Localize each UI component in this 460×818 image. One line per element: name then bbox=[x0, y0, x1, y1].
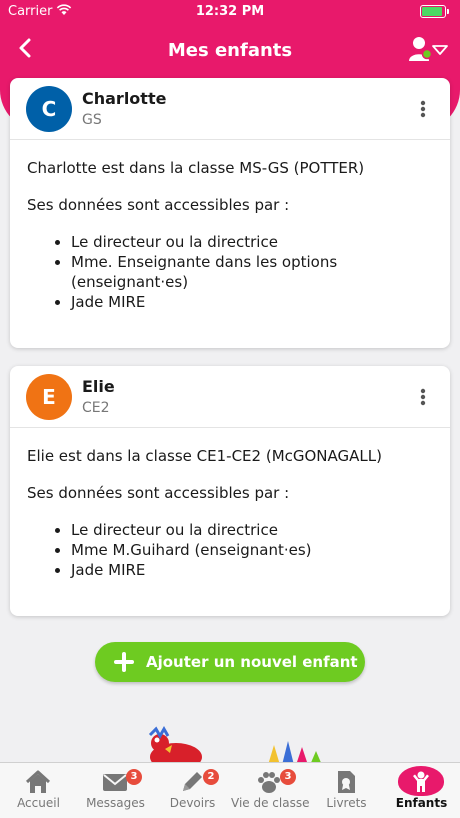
child-card-charlotte: C Charlotte GS Charlotte est dans la cla… bbox=[10, 78, 450, 348]
tab-label: Enfants bbox=[395, 796, 448, 810]
child-card-header: E Elie CE2 bbox=[10, 366, 450, 428]
booklet-icon bbox=[338, 771, 355, 793]
avatar: E bbox=[26, 374, 72, 420]
add-child-button[interactable]: Ajouter un nouvel enfant bbox=[95, 642, 365, 682]
more-options-icon[interactable] bbox=[420, 100, 426, 118]
child-icon bbox=[413, 771, 429, 792]
pencil-icon bbox=[183, 772, 202, 791]
access-list-item: Mme. Enseignante dans les options (ensei… bbox=[71, 252, 433, 292]
more-options-icon[interactable] bbox=[420, 388, 426, 406]
access-list-item: Le directeur ou la directrice bbox=[71, 520, 433, 540]
tab-accueil[interactable]: Accueil bbox=[0, 763, 77, 818]
access-list-item: Le directeur ou la directrice bbox=[71, 232, 433, 252]
home-icon bbox=[25, 770, 51, 793]
child-name: Elie bbox=[82, 377, 115, 396]
access-list: Le directeur ou la directrice Mme. Ensei… bbox=[71, 232, 433, 312]
access-list: Le directeur ou la directrice Mme M.Guih… bbox=[71, 520, 433, 580]
tab-label: Messages bbox=[86, 796, 145, 810]
child-card-body: Charlotte est dans la classe MS-GS (POTT… bbox=[10, 140, 450, 312]
access-title: Ses données sont accessibles par : bbox=[27, 484, 290, 502]
unread-badge: 2 bbox=[203, 769, 219, 785]
battery-icon bbox=[420, 5, 449, 18]
decorative-illustration bbox=[148, 725, 322, 765]
avatar: C bbox=[26, 86, 72, 132]
child-level: GS bbox=[82, 112, 102, 128]
envelope-icon bbox=[103, 774, 127, 791]
access-list-item: Mme M.Guihard (enseignant·es) bbox=[71, 540, 433, 560]
child-level: CE2 bbox=[82, 400, 110, 416]
class-info: Elie est dans la classe CE1-CE2 (McGONAG… bbox=[27, 447, 382, 465]
access-list-item: Jade MIRE bbox=[71, 292, 433, 312]
unread-badge: 3 bbox=[280, 769, 296, 785]
clock: 12:32 PM bbox=[195, 4, 265, 19]
status-bar: Carrier 12:32 PM bbox=[0, 0, 460, 24]
tab-vie-de-classe[interactable]: 3 Vie de classe bbox=[231, 763, 310, 818]
child-name: Charlotte bbox=[82, 89, 167, 108]
tab-label: Devoirs bbox=[169, 796, 216, 810]
child-card-elie: E Elie CE2 Elie est dans la classe CE1-C… bbox=[10, 366, 450, 616]
tab-devoirs[interactable]: 2 Devoirs bbox=[154, 763, 231, 818]
tab-enfants[interactable]: Enfants bbox=[383, 763, 460, 818]
page-title: Mes enfants bbox=[167, 40, 293, 61]
add-child-label: Ajouter un nouvel enfant bbox=[146, 653, 358, 671]
tab-label: Vie de classe bbox=[231, 796, 310, 810]
class-info: Charlotte est dans la classe MS-GS (POTT… bbox=[27, 159, 365, 177]
tab-livrets[interactable]: Livrets bbox=[308, 763, 385, 818]
child-card-header: C Charlotte GS bbox=[10, 78, 450, 140]
tab-label: Accueil bbox=[17, 796, 60, 810]
paw-icon bbox=[258, 772, 280, 793]
tab-bar: Accueil 3 Messages 2 Devoirs 3 Vie de cl… bbox=[0, 762, 460, 818]
child-card-body: Elie est dans la classe CE1-CE2 (McGONAG… bbox=[10, 428, 450, 580]
tab-messages[interactable]: 3 Messages bbox=[77, 763, 154, 818]
unread-badge: 3 bbox=[126, 769, 142, 785]
access-list-item: Jade MIRE bbox=[71, 560, 433, 580]
tab-label: Livrets bbox=[326, 796, 367, 810]
access-title: Ses données sont accessibles par : bbox=[27, 196, 290, 214]
user-menu-icon[interactable] bbox=[408, 34, 448, 64]
plus-icon bbox=[114, 652, 134, 672]
